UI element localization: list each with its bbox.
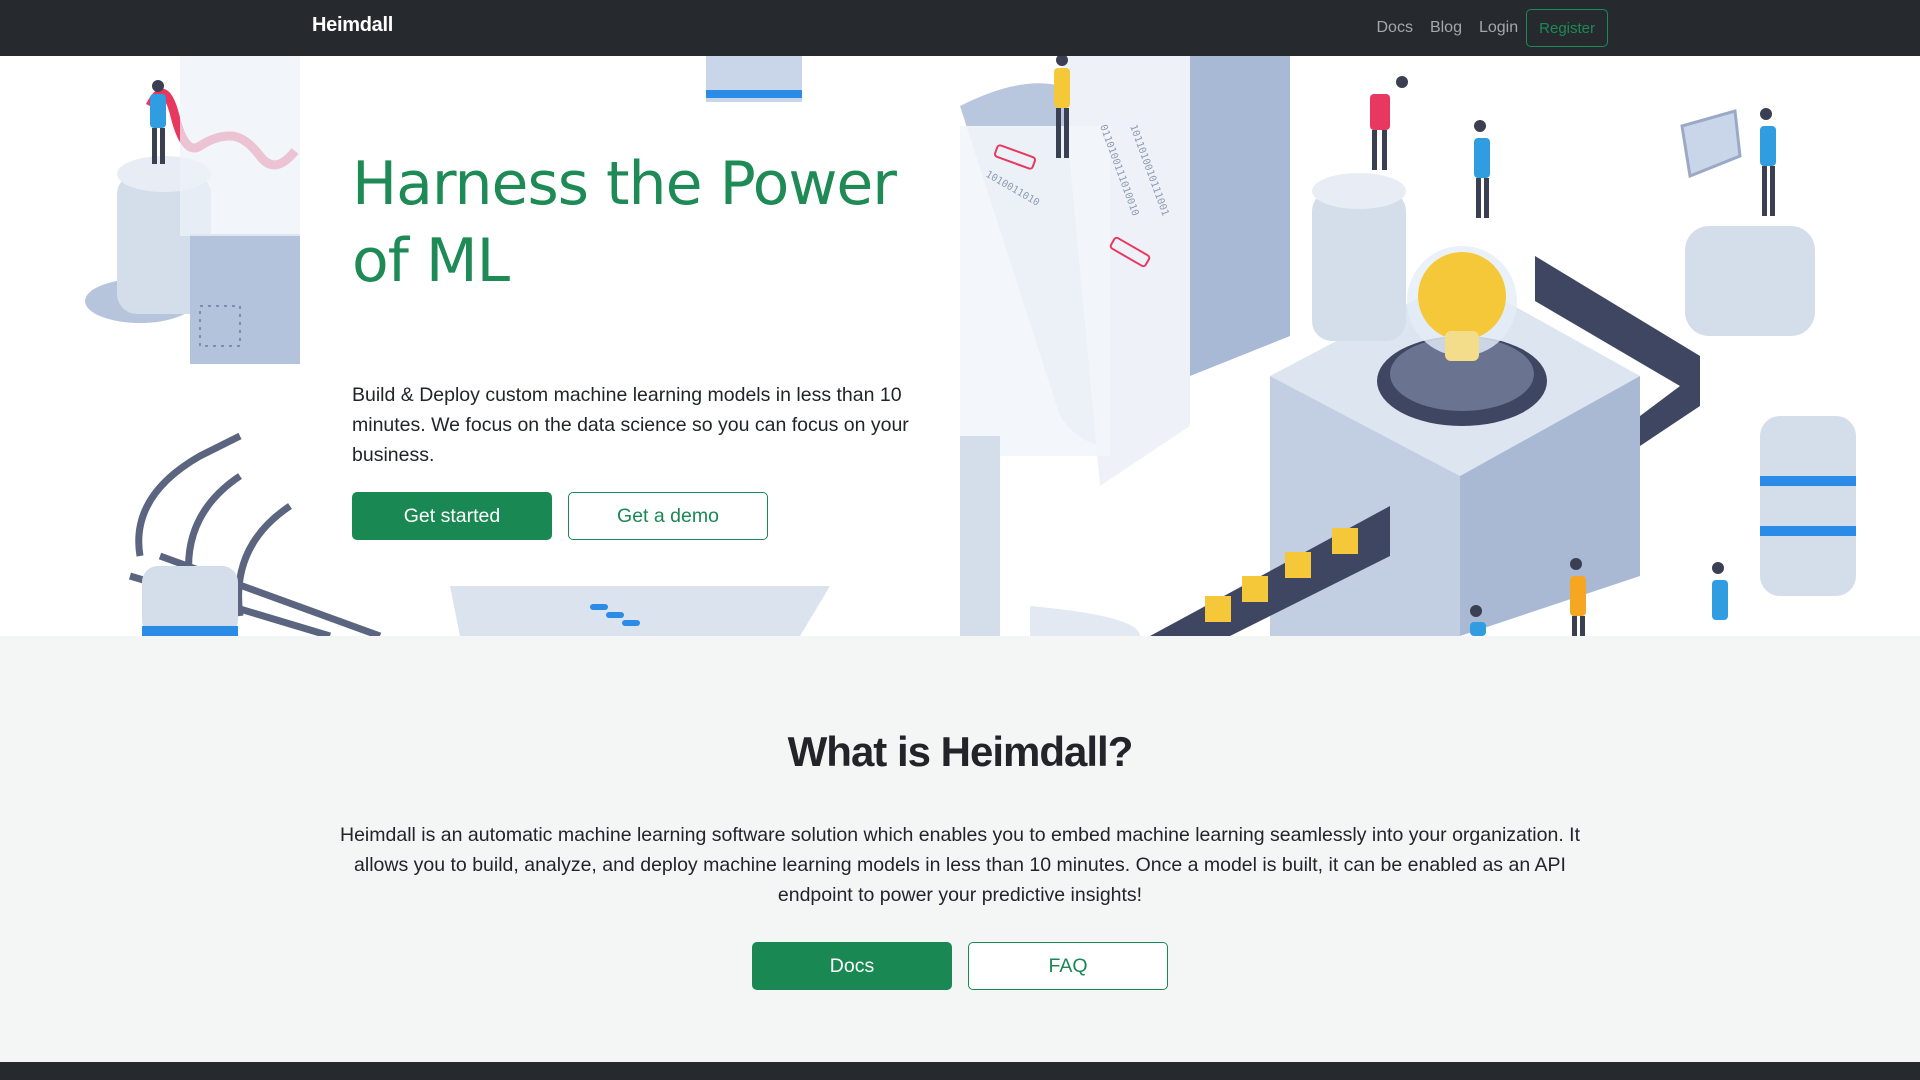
register-button[interactable]: Register [1526, 9, 1608, 47]
hero-section: 1010011010 0110100111010010 101101001011… [0, 56, 1920, 636]
nav-link-blog[interactable]: Blog [1430, 19, 1462, 37]
get-demo-button[interactable]: Get a demo [568, 492, 768, 540]
ml-factory-illustration: 1010011010 0110100111010010 101101001011… [960, 56, 1856, 636]
hero-card: Harness the Power of ML Build & Deploy c… [300, 104, 960, 584]
hero-title: Harness the Power of ML [352, 149, 897, 296]
nav-links: Docs Blog Login Register [1360, 8, 1608, 48]
get-started-button[interactable]: Get started [352, 492, 552, 540]
about-title: What is Heimdall? [787, 728, 1134, 775]
top-navbar: Heimdall Docs Blog Login Register [0, 0, 1920, 56]
hero-illustration: 1010011010 0110100111010010 101101001011… [85, 56, 1856, 636]
faq-button[interactable]: FAQ [968, 942, 1168, 990]
brand-logo[interactable]: Heimdall [312, 14, 393, 37]
footer [0, 1062, 1920, 1080]
nav-link-docs[interactable]: Docs [1377, 19, 1413, 37]
nav-link-login[interactable]: Login [1479, 19, 1518, 37]
about-description: Heimdall is an automatic machine learnin… [340, 824, 1580, 906]
hero-description: Build & Deploy custom machine learning m… [352, 384, 909, 466]
docs-button[interactable]: Docs [752, 942, 952, 990]
